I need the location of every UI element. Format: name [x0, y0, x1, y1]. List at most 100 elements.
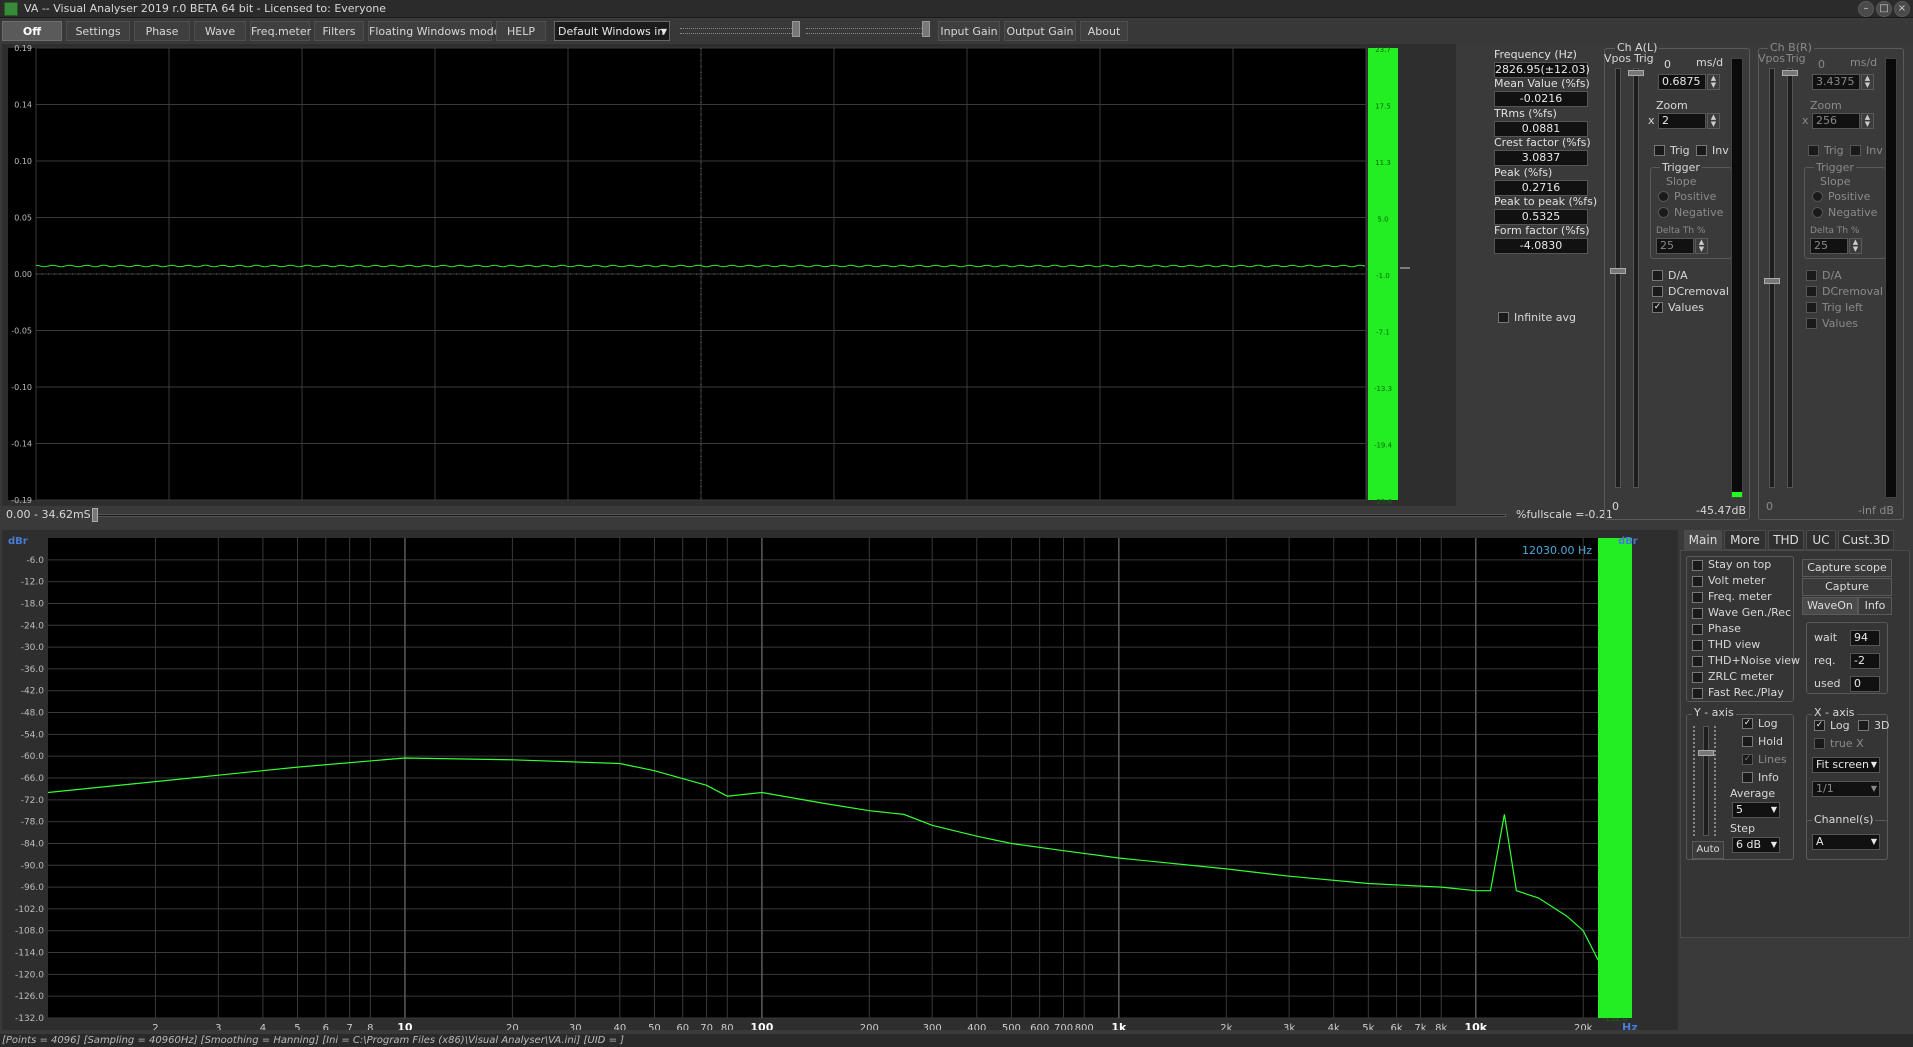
- lines-checkbox[interactable]: ✓: [1742, 754, 1753, 765]
- trig-slider-a[interactable]: [1633, 68, 1639, 488]
- wave-button[interactable]: Wave: [194, 21, 246, 41]
- vpos-slider-b-thumb[interactable]: [1764, 278, 1780, 284]
- window-function-select[interactable]: Default Windows in ▼: [554, 21, 670, 41]
- capture-spectrum-button[interactable]: Capture spectrum: [1802, 578, 1892, 609]
- zoom-spinner-b[interactable]: ▲ ▼: [1861, 113, 1874, 129]
- trig-left-checkbox-b[interactable]: [1806, 302, 1817, 313]
- close-icon[interactable]: ×: [1894, 1, 1910, 17]
- option-checkbox[interactable]: [1692, 672, 1703, 683]
- x-log-checkbox[interactable]: ✓: [1814, 720, 1825, 731]
- scope-y-tick: 0.14: [14, 101, 32, 110]
- maximize-icon[interactable]: □: [1876, 1, 1892, 17]
- option-checkbox[interactable]: [1692, 576, 1703, 587]
- msd-input-b[interactable]: 3.4375: [1812, 74, 1860, 90]
- trig-slider-b-thumb[interactable]: [1782, 70, 1798, 76]
- spectrum-y-tick: -102.0: [15, 905, 44, 915]
- option-checkbox[interactable]: [1692, 640, 1703, 651]
- values-checkbox-a[interactable]: ✓: [1652, 302, 1663, 313]
- floating-windows-button[interactable]: Floating Windows mode: [368, 21, 500, 41]
- positive-radio-b[interactable]: [1812, 191, 1823, 202]
- tab-uc[interactable]: UC: [1806, 530, 1836, 550]
- negative-radio-b[interactable]: [1812, 207, 1823, 218]
- option-checkbox[interactable]: [1692, 688, 1703, 699]
- input-gain-slider[interactable]: [680, 28, 796, 34]
- trig-checkbox-a[interactable]: [1654, 145, 1665, 156]
- trig-slider-b[interactable]: [1787, 68, 1793, 488]
- ratio-value: 1/1: [1816, 782, 1834, 795]
- time-scrollbar-thumb[interactable]: [92, 508, 98, 522]
- trig-slider-a-thumb[interactable]: [1628, 70, 1644, 76]
- time-scrollbar[interactable]: [92, 514, 1506, 517]
- positive-radio-a[interactable]: [1658, 191, 1669, 202]
- y-offset-slider-thumb[interactable]: [1698, 750, 1714, 756]
- step-select[interactable]: 6 dB ▼: [1732, 837, 1780, 853]
- phase-button[interactable]: Phase: [134, 21, 190, 41]
- freqmeter-button[interactable]: Freq.meter: [250, 21, 311, 41]
- spectrum-y-tick: -120.0: [15, 970, 44, 980]
- da-checkbox-a[interactable]: [1652, 270, 1663, 281]
- deltath-spinner-b[interactable]: ▲ ▼: [1849, 238, 1862, 254]
- zoom-input-a[interactable]: 2: [1658, 113, 1706, 129]
- spectrum-x-tick: 20k: [1574, 1023, 1593, 1030]
- tab-cust3d[interactable]: Cust.3D: [1838, 530, 1894, 550]
- hold-checkbox[interactable]: [1742, 736, 1753, 747]
- dcremoval-checkbox-b[interactable]: [1806, 286, 1817, 297]
- inv-checkbox-b[interactable]: [1850, 145, 1861, 156]
- truex-checkbox[interactable]: [1814, 738, 1825, 749]
- negative-radio-a[interactable]: [1658, 207, 1669, 218]
- deltath-input-a[interactable]: 25: [1656, 238, 1694, 254]
- input-gain-button[interactable]: Input Gain: [938, 21, 1000, 41]
- zoom-spinner-a[interactable]: ▲ ▼: [1707, 113, 1720, 129]
- fit-screen-select[interactable]: Fit screen ▼: [1812, 757, 1880, 773]
- infinite-avg-checkbox[interactable]: [1498, 312, 1509, 323]
- deltath-input-b[interactable]: 25: [1810, 238, 1848, 254]
- ratio-select[interactable]: 1/1 ▼: [1812, 781, 1880, 797]
- output-gain-slider-thumb[interactable]: [922, 21, 930, 37]
- option-checkbox[interactable]: [1692, 656, 1703, 667]
- channel-select[interactable]: A ▼: [1812, 834, 1880, 850]
- help-button[interactable]: HELP: [496, 21, 546, 41]
- vpos-slider-a-thumb[interactable]: [1610, 268, 1626, 274]
- deltath-spinner-a[interactable]: ▲ ▼: [1695, 238, 1708, 254]
- tab-thd[interactable]: THD: [1768, 530, 1804, 550]
- capture-scope-button[interactable]: Capture scope: [1802, 559, 1892, 577]
- auto-button[interactable]: Auto: [1692, 841, 1724, 859]
- settings-button[interactable]: Settings: [66, 21, 130, 41]
- output-gain-button[interactable]: Output Gain: [1004, 21, 1076, 41]
- oscilloscope-display[interactable]: 0.19 0.14 0.10 0.05 0.00 -0.05 -0.10 -0.14 -0.19…: [6, 44, 1456, 506]
- zoom-input-b[interactable]: 256: [1812, 113, 1860, 129]
- msd-input-a[interactable]: 0.6875: [1658, 74, 1706, 90]
- average-value: 5: [1736, 803, 1743, 816]
- output-gain-slider[interactable]: [806, 28, 926, 34]
- option-checkbox[interactable]: [1692, 608, 1703, 619]
- values-checkbox-b[interactable]: [1806, 318, 1817, 329]
- spectrum-x-tick: 5k: [1362, 1023, 1374, 1030]
- spectrum-display[interactable]: -6.0-6.0-12.0-12.0-18.0-18.0-24.0-24.0-3…: [4, 532, 1676, 1030]
- option-checkbox[interactable]: [1692, 592, 1703, 603]
- info-button[interactable]: Info: [1858, 597, 1892, 615]
- input-gain-slider-thumb[interactable]: [792, 21, 800, 37]
- dcremoval-checkbox-a[interactable]: [1652, 286, 1663, 297]
- y-log-checkbox[interactable]: ✓: [1742, 718, 1753, 729]
- about-button[interactable]: About: [1080, 21, 1128, 41]
- y-info-checkbox[interactable]: [1742, 772, 1753, 783]
- y-offset-slider[interactable]: [1703, 726, 1709, 836]
- option-checkbox[interactable]: [1692, 560, 1703, 571]
- filters-button[interactable]: Filters: [314, 21, 364, 41]
- x-3d-checkbox[interactable]: [1858, 720, 1869, 731]
- msd-spinner-a[interactable]: ▲ ▼: [1707, 74, 1720, 90]
- window-function-value: Default Windows in: [558, 25, 665, 38]
- average-select[interactable]: 5 ▼: [1732, 802, 1780, 818]
- tab-more[interactable]: More: [1724, 530, 1766, 550]
- trig-checkbox-b[interactable]: [1808, 145, 1819, 156]
- minimize-icon[interactable]: –: [1858, 1, 1874, 17]
- off-button[interactable]: Off: [2, 21, 62, 41]
- inv-checkbox-a[interactable]: [1696, 145, 1707, 156]
- da-checkbox-b[interactable]: [1806, 270, 1817, 281]
- option-checkbox[interactable]: [1692, 624, 1703, 635]
- vpos-slider-a[interactable]: [1615, 68, 1621, 488]
- tab-main[interactable]: Main: [1684, 530, 1722, 550]
- msd-spinner-b[interactable]: ▲ ▼: [1861, 74, 1874, 90]
- waveon-button[interactable]: WaveOn: [1802, 597, 1858, 615]
- zoom-x-label-a: x: [1648, 114, 1655, 127]
